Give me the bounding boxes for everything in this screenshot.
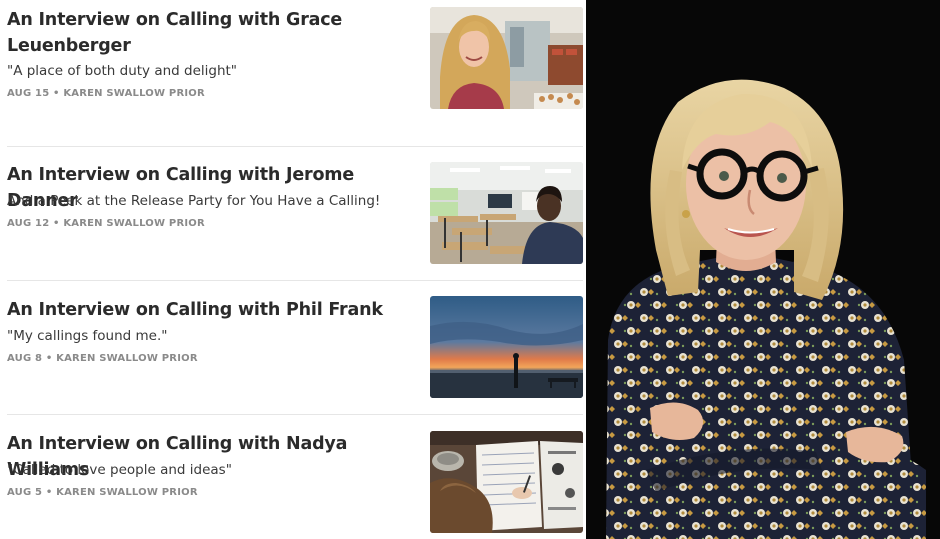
post-thumbnail[interactable] [430, 7, 583, 109]
post-thumbnail[interactable] [430, 162, 583, 264]
post-meta: AUG 15 • KAREN SWALLOW PRIOR [7, 87, 417, 101]
list-item[interactable]: An Interview on Calling with Grace Leuen… [0, 0, 586, 146]
post-date: AUG 15 [7, 88, 50, 99]
post-author[interactable]: KAREN SWALLOW PRIOR [56, 487, 198, 498]
list-item[interactable]: An Interview on Calling with Jerome Dann… [0, 147, 586, 280]
post-thumbnail[interactable] [430, 296, 583, 398]
post-subtitle: "Called to love people and ideas" [7, 462, 232, 478]
author-portrait [586, 0, 940, 539]
post-thumbnail[interactable] [430, 431, 583, 533]
post-author[interactable]: KAREN SWALLOW PRIOR [63, 218, 205, 229]
list-item[interactable]: An Interview on Calling with Nadya Willi… [0, 415, 586, 539]
post-subtitle: "My callings found me." [7, 328, 168, 344]
post-meta: AUG 8 • KAREN SWALLOW PRIOR [7, 352, 417, 366]
post-list: An Interview on Calling with Grace Leuen… [0, 0, 586, 539]
post-title[interactable]: An Interview on Calling with Grace Leuen… [7, 7, 417, 59]
author-portrait-photo [586, 0, 940, 539]
post-meta: AUG 5 • KAREN SWALLOW PRIOR [7, 486, 417, 500]
post-subtitle: "A place of both duty and delight" [7, 63, 238, 79]
meta-separator: • [53, 218, 60, 229]
meta-separator: • [45, 353, 53, 364]
post-author[interactable]: KAREN SWALLOW PRIOR [56, 353, 198, 364]
post-date: AUG 5 [7, 487, 43, 498]
post-date: AUG 8 [7, 353, 43, 364]
child-writing-photo [430, 431, 583, 533]
woman-in-kitchen-photo [430, 7, 583, 109]
post-author[interactable]: KAREN SWALLOW PRIOR [63, 88, 205, 99]
post-subtitle: And a Peek at the Release Party for You … [7, 193, 381, 209]
beach-sunset-photo [430, 296, 583, 398]
list-item[interactable]: An Interview on Calling with Phil Frank … [0, 281, 586, 414]
post-meta: AUG 12 • KAREN SWALLOW PRIOR [7, 217, 417, 231]
classroom-photo [430, 162, 583, 264]
post-title[interactable]: An Interview on Calling with Phil Frank [7, 297, 417, 323]
post-date: AUG 12 [7, 218, 50, 229]
meta-separator: • [53, 88, 60, 99]
meta-separator: • [45, 487, 53, 498]
